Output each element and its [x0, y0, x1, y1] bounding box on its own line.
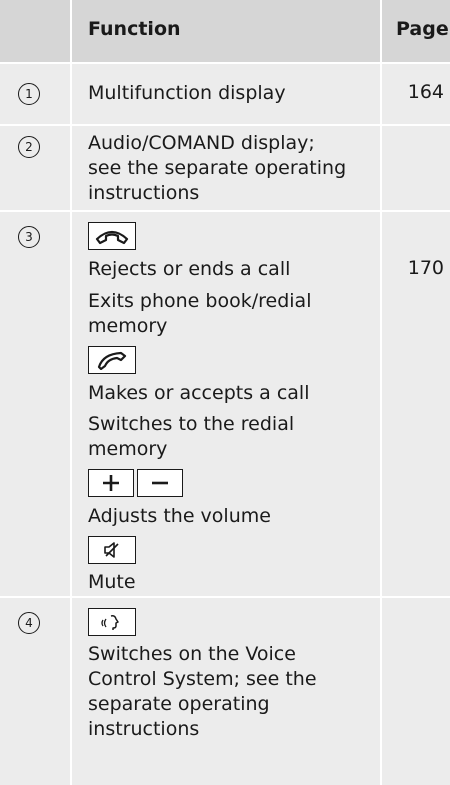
- row-text: memory: [88, 438, 168, 460]
- column-divider: [70, 0, 72, 785]
- row-number: 4: [18, 610, 40, 634]
- text-line: separate operating: [88, 693, 270, 715]
- table-row: 3 Rejects or ends a call 170 Exits phone…: [0, 212, 450, 596]
- row-text: Makes or accepts a call: [88, 382, 310, 404]
- row-text: memory: [88, 315, 168, 337]
- row-number: 2: [18, 134, 40, 158]
- table-row: 2 Audio/COMAND display; see the separate…: [0, 126, 450, 210]
- row-text: Switches on the Voice Control System; se…: [88, 642, 380, 742]
- text-line: instructions: [88, 718, 200, 740]
- row-page: 164: [407, 81, 444, 103]
- row-text: Audio/COMAND display; see the separate o…: [88, 131, 380, 206]
- row-text: Mute: [88, 571, 136, 593]
- row-number: 1: [18, 81, 40, 105]
- accept-call-icon: [88, 346, 136, 374]
- row-text: Rejects or ends a call: [88, 258, 291, 280]
- end-call-icon: [88, 222, 136, 250]
- text-line: see the separate operating: [88, 157, 347, 179]
- header-page: Page: [396, 18, 449, 40]
- text-line: Audio/COMAND display;: [88, 132, 315, 154]
- mute-icon: [88, 536, 136, 564]
- volume-up-icon: [88, 469, 134, 497]
- table-row: 1 Multifunction display 164: [0, 64, 450, 124]
- text-line: instructions: [88, 182, 200, 204]
- row-text: Exits phone book/redial: [88, 290, 312, 312]
- text-line: Switches on the Voice: [88, 643, 296, 665]
- row-number: 3: [18, 224, 40, 248]
- row-page: 170: [407, 257, 444, 279]
- column-divider: [380, 0, 382, 785]
- voice-control-icon: [88, 608, 136, 636]
- row-text: Switches to the redial: [88, 413, 295, 435]
- function-table: Function Page 1 Multifunction display 16…: [0, 0, 450, 785]
- text-line: Control System; see the: [88, 668, 317, 690]
- header-function: Function: [88, 18, 181, 40]
- table-row: 4 Switches on the Voice Control System; …: [0, 598, 450, 785]
- table-header: Function Page: [0, 0, 450, 62]
- row-text: Multifunction display: [88, 82, 286, 104]
- row-text: Adjusts the volume: [88, 505, 271, 527]
- volume-down-icon: [137, 469, 183, 497]
